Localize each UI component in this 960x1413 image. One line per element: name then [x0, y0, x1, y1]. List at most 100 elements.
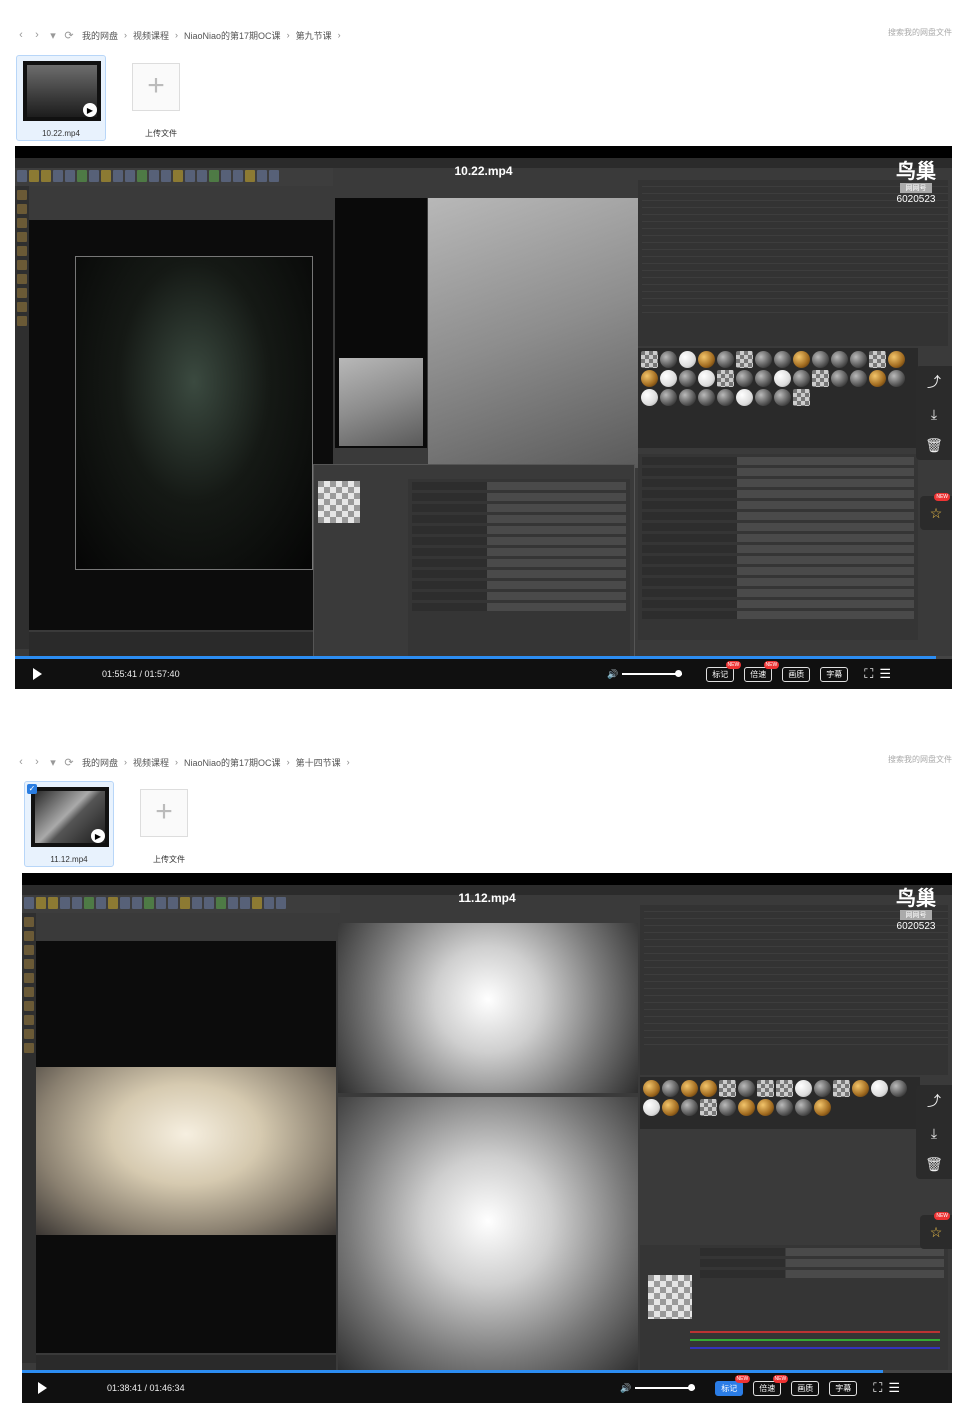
breadcrumb-item-current[interactable]: 第十四节课 — [296, 756, 341, 769]
side-action-bar: ⤴ ⤓ 🗑 — [916, 366, 952, 460]
watermark: 鸟巢 网网号 6020523 — [892, 887, 940, 932]
screenshot-panel-1: ‹ › ▾ ⟳ 我的网盘 › 视频课程 › NiaoNiao的第17期OC课 ›… — [0, 0, 960, 700]
breadcrumb-item[interactable]: 我的网盘 — [82, 756, 118, 769]
video-thumbnail: ▶ — [31, 787, 109, 847]
volume-control[interactable]: 🔊 — [607, 668, 683, 680]
video-player[interactable]: 11.12.mp4 鸟巢 网网号 6020523 ⤴ ⤓ 🗑 ☆ NEW 01:… — [22, 873, 952, 1403]
render-preview — [36, 1067, 336, 1235]
breadcrumb-separator-icon: › — [286, 30, 290, 40]
quality-button[interactable]: 画质 — [782, 666, 811, 682]
breadcrumb-item[interactable]: NiaoNiao的第17期OC课 — [184, 29, 281, 42]
share-icon[interactable]: ⤴ — [927, 372, 941, 392]
breadcrumb-separator-icon: › — [337, 30, 341, 40]
delete-icon[interactable]: 🗑 — [925, 1156, 943, 1173]
forward-icon[interactable]: › — [30, 755, 44, 769]
quality-button[interactable]: 画质 — [791, 1380, 820, 1396]
breadcrumb-item[interactable]: 视频课程 — [133, 756, 169, 769]
player-left-controls: 01:38:41 / 01:46:34 — [38, 1380, 185, 1396]
download-icon[interactable]: ⤓ — [931, 406, 937, 423]
pin-icon: ☆ — [929, 1223, 943, 1240]
fullscreen-icon[interactable]: ⛶ — [864, 666, 873, 682]
speed-button[interactable]: 倍速 NEW — [744, 660, 780, 682]
time-display: 01:38:41 / 01:46:34 — [107, 1383, 185, 1393]
back-icon[interactable]: ‹ — [14, 755, 28, 769]
breadcrumb-separator-icon: › — [286, 757, 290, 767]
top-viewport — [338, 923, 638, 1093]
perspective-viewport — [428, 198, 638, 468]
play-overlay-icon: ▶ — [83, 103, 97, 117]
history-dropdown-icon[interactable]: ▾ — [46, 28, 60, 42]
history-dropdown-icon[interactable]: ▾ — [46, 755, 60, 769]
attribute-manager — [638, 454, 918, 640]
breadcrumb-separator-icon: › — [175, 757, 179, 767]
play-icon[interactable] — [33, 668, 42, 680]
volume-icon: 🔊 — [607, 668, 619, 679]
upload-label: 上传文件 — [153, 855, 185, 864]
share-icon[interactable]: ⤴ — [927, 1091, 941, 1111]
playlist-icon[interactable]: ☰ — [888, 1380, 900, 1396]
watermark-logo: 鸟巢 — [896, 159, 936, 183]
video-title: 10.22.mp4 — [454, 164, 513, 178]
file-tile-video[interactable]: ▶ 10.22.mp4 — [16, 55, 106, 141]
speed-button[interactable]: 倍速 NEW — [753, 1374, 789, 1396]
subtitle-button[interactable]: 字幕 — [820, 666, 849, 682]
file-name: 11.12.mp4 — [50, 855, 88, 864]
fullscreen-icon[interactable]: ⛶ — [873, 1380, 882, 1396]
back-icon[interactable]: ‹ — [14, 28, 28, 42]
subtitle-button[interactable]: 字幕 — [829, 1380, 858, 1396]
progress-fill — [15, 656, 937, 659]
watermark-id: 6020523 — [896, 921, 936, 932]
breadcrumb-separator-icon: › — [175, 30, 179, 40]
new-badge: NEW — [934, 493, 950, 501]
watermark-id: 6020523 — [896, 194, 936, 205]
selected-check-icon[interactable]: ✓ — [27, 784, 37, 794]
player-left-controls: 01:55:41 / 01:57:40 — [33, 666, 180, 682]
playlist-icon[interactable]: ☰ — [879, 666, 891, 682]
volume-control[interactable]: 🔊 — [620, 1383, 696, 1394]
breadcrumb-item-current[interactable]: 第九节课 — [296, 29, 332, 42]
video-title: 11.12.mp4 — [458, 891, 516, 905]
material-editor-dialog — [313, 464, 635, 664]
video-thumbnail: ▶ — [23, 61, 101, 121]
video-frame-cinema4d — [22, 885, 952, 1373]
video-frame-cinema4d — [15, 158, 952, 664]
mark-button[interactable]: 标记 NEW — [715, 1374, 751, 1396]
live-viewer — [29, 220, 333, 630]
breadcrumb-separator-icon: › — [124, 30, 128, 40]
delete-icon[interactable]: 🗑 — [925, 437, 943, 454]
refresh-icon[interactable]: ⟳ — [62, 28, 76, 42]
refresh-icon[interactable]: ⟳ — [62, 755, 76, 769]
pin-button[interactable]: ☆ NEW — [920, 493, 952, 530]
download-icon[interactable]: ⤓ — [931, 1125, 937, 1142]
breadcrumb-separator-icon: › — [346, 757, 350, 767]
play-icon[interactable] — [38, 1382, 47, 1394]
search-input[interactable]: 搜索我的网盘文件 — [888, 754, 952, 765]
forward-icon[interactable]: › — [30, 28, 44, 42]
play-overlay-icon: ▶ — [91, 829, 105, 843]
progress-bar[interactable] — [15, 656, 952, 659]
mark-button[interactable]: 标记 NEW — [706, 660, 742, 682]
plus-icon: + — [132, 63, 180, 111]
material-manager — [640, 1077, 920, 1129]
breadcrumb-separator-icon: › — [124, 757, 128, 767]
progress-fill — [22, 1370, 884, 1373]
live-viewer — [36, 941, 336, 1353]
file-tile-video[interactable]: ▶ ✓ 11.12.mp4 — [24, 781, 114, 867]
render-preview — [75, 256, 313, 570]
breadcrumb-item[interactable]: NiaoNiao的第17期OC课 — [184, 756, 281, 769]
progress-bar[interactable] — [22, 1370, 952, 1373]
upload-file-tile[interactable]: + 上传文件 — [116, 55, 206, 141]
upload-file-tile[interactable]: + 上传文件 — [124, 781, 214, 867]
new-badge: NEW — [934, 1212, 950, 1220]
breadcrumb-item[interactable]: 视频课程 — [133, 29, 169, 42]
side-action-bar: ⤴ ⤓ 🗑 — [916, 1085, 952, 1179]
watermark: 鸟巢 网网号 6020523 — [892, 160, 940, 205]
video-player[interactable]: 10.22.mp4 鸟巢 网网号 6020523 ⤴ ⤓ 🗑 ☆ NEW 01:… — [15, 146, 952, 689]
breadcrumb-bar: ‹ › ▾ ⟳ 我的网盘 › 视频课程 › NiaoNiao的第17期OC课 ›… — [14, 751, 952, 773]
breadcrumb-item[interactable]: 我的网盘 — [82, 29, 118, 42]
player-right-controls: 🔊 标记 NEW 倍速 NEW 画质 字幕 ⛶ ☰ — [607, 660, 891, 682]
watermark-sub: 网网号 — [900, 183, 932, 193]
search-input[interactable]: 搜索我的网盘文件 — [888, 27, 952, 38]
time-display: 01:55:41 / 01:57:40 — [102, 669, 180, 679]
pin-button[interactable]: ☆ NEW — [920, 1212, 952, 1249]
